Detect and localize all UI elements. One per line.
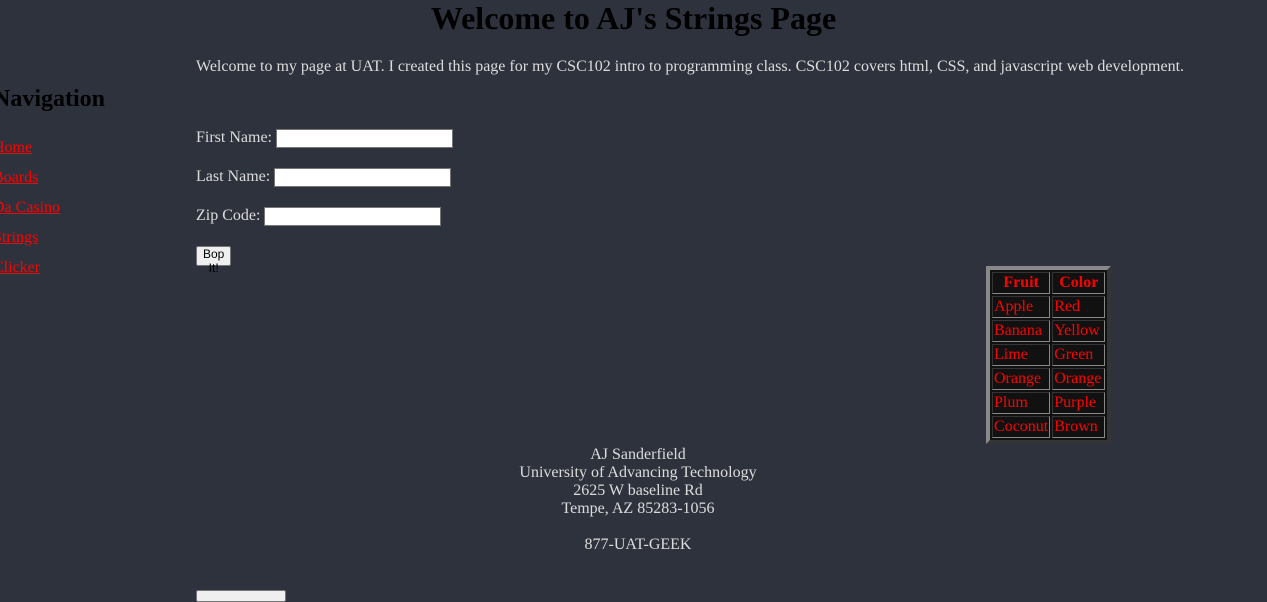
nav-list: Home Boards Da Casino Strings Clicker <box>0 139 60 289</box>
nav-link-casino[interactable]: Da Casino <box>0 199 60 216</box>
zip-code-input[interactable] <box>264 206 442 226</box>
nav-item-home: Home <box>0 139 60 169</box>
color-cell: Green <box>1052 344 1106 366</box>
table-row: Coconut Brown <box>992 416 1106 438</box>
footer-phone: 877-UAT-GEEK <box>584 536 692 553</box>
partially-visible-button[interactable] <box>196 590 286 602</box>
bop-it-button[interactable]: Bop It! <box>196 246 232 275</box>
color-cell: Red <box>1052 296 1106 318</box>
fruit-cell: Apple <box>992 296 1051 318</box>
color-cell: Yellow <box>1052 320 1106 342</box>
nav-item-casino: Da Casino <box>0 199 60 229</box>
page-title: Welcome to AJ's Strings Page <box>430 0 837 36</box>
zip-code-label: Zip Code: <box>196 207 261 224</box>
fruit-cell: Coconut <box>992 416 1051 438</box>
nav-item-boards: Boards <box>0 169 60 199</box>
footer-street: 2625 W baseline Rd <box>573 482 703 499</box>
first-name-label: First Name: <box>196 129 272 146</box>
footer-name: AJ Sanderfield <box>590 446 686 463</box>
last-name-row: Last Name: <box>196 167 452 187</box>
table-row: Banana Yellow <box>992 320 1106 342</box>
table-row: Lime Green <box>992 344 1106 366</box>
table-row: Orange Orange <box>992 368 1106 390</box>
last-name-label: Last Name: <box>196 168 271 185</box>
first-name-input[interactable] <box>276 128 453 148</box>
nav-item-strings: Strings <box>0 229 60 259</box>
nav-link-strings[interactable]: Strings <box>0 229 38 246</box>
fruit-color-table: Fruit Color Apple Red Banana Yellow Lime… <box>986 266 1112 444</box>
header-fruit: Fruit <box>992 272 1051 294</box>
navigation: Navigation Home Boards Da Casino Strings… <box>0 86 173 276</box>
table-row: Apple Red <box>992 296 1106 318</box>
nav-heading: Navigation <box>0 86 106 112</box>
header-color: Color <box>1052 272 1106 294</box>
fruit-cell: Plum <box>992 392 1051 414</box>
fruit-cell: Banana <box>992 320 1051 342</box>
fruit-cell: Orange <box>992 368 1051 390</box>
color-cell: Purple <box>1052 392 1106 414</box>
intro-text: Welcome to my page at UAT. I created thi… <box>196 58 1185 75</box>
nav-link-clicker[interactable]: Clicker <box>0 259 40 276</box>
footer-city: Tempe, AZ 85283-1056 <box>561 500 715 517</box>
nav-link-boards[interactable]: Boards <box>0 169 38 186</box>
color-cell: Brown <box>1052 416 1106 438</box>
nav-link-home[interactable]: Home <box>0 139 32 156</box>
fruit-cell: Lime <box>992 344 1051 366</box>
zip-code-row: Zip Code: <box>196 206 442 226</box>
last-name-input[interactable] <box>274 167 452 187</box>
table-header-row: Fruit Color <box>992 272 1106 294</box>
first-name-row: First Name: <box>196 128 453 148</box>
footer-school: University of Advancing Technology <box>519 464 757 481</box>
nav-item-clicker: Clicker <box>0 259 60 289</box>
table-row: Plum Purple <box>992 392 1106 414</box>
color-cell: Orange <box>1052 368 1106 390</box>
footer-address: AJ Sanderfield University of Advancing T… <box>0 446 1267 554</box>
